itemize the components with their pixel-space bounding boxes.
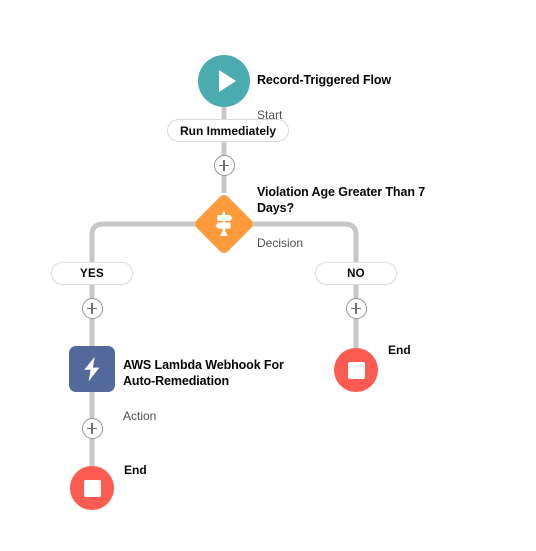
- decision-node[interactable]: [192, 192, 256, 256]
- action-node-label: AWS Lambda Webhook For Auto-Remediation …: [123, 339, 308, 442]
- yes-branch-label: YES: [80, 267, 104, 280]
- add-element-yes-branch-button[interactable]: [81, 298, 103, 319]
- yes-branch-pill[interactable]: YES: [51, 262, 133, 285]
- flow-canvas[interactable]: Record-Triggered Flow Start Run Immediat…: [0, 0, 536, 551]
- end-node-no-branch[interactable]: [334, 348, 378, 392]
- start-node-title: Record-Triggered Flow: [257, 73, 392, 87]
- decision-node-label: Violation Age Greater Than 7 Days? Decis…: [257, 166, 447, 269]
- end-node-no-branch-label: End: [388, 343, 411, 357]
- no-branch-label: NO: [347, 267, 365, 280]
- add-element-no-branch-button[interactable]: [345, 298, 367, 319]
- start-node-subtitle: Start: [257, 108, 283, 122]
- no-branch-pill[interactable]: NO: [315, 262, 397, 285]
- add-element-after-action-button[interactable]: [81, 418, 103, 439]
- action-node[interactable]: [69, 346, 115, 392]
- end-node-yes-branch-label: End: [124, 463, 147, 477]
- start-node[interactable]: [198, 55, 250, 107]
- end-node-yes-branch[interactable]: [70, 466, 114, 510]
- signpost-icon: [193, 193, 255, 255]
- decision-node-title: Violation Age Greater Than 7 Days?: [257, 185, 426, 215]
- add-element-after-trigger-button[interactable]: [213, 155, 235, 176]
- decision-node-subtitle: Decision: [257, 236, 304, 250]
- play-icon: [218, 70, 236, 92]
- trigger-pill[interactable]: Run Immediately: [167, 119, 290, 142]
- action-node-title: AWS Lambda Webhook For Auto-Remediation: [123, 358, 284, 388]
- stop-icon: [347, 361, 365, 379]
- trigger-pill-label: Run Immediately: [180, 123, 277, 138]
- lightning-bolt-icon: [84, 356, 100, 382]
- stop-icon: [83, 479, 101, 497]
- action-node-subtitle: Action: [123, 409, 157, 423]
